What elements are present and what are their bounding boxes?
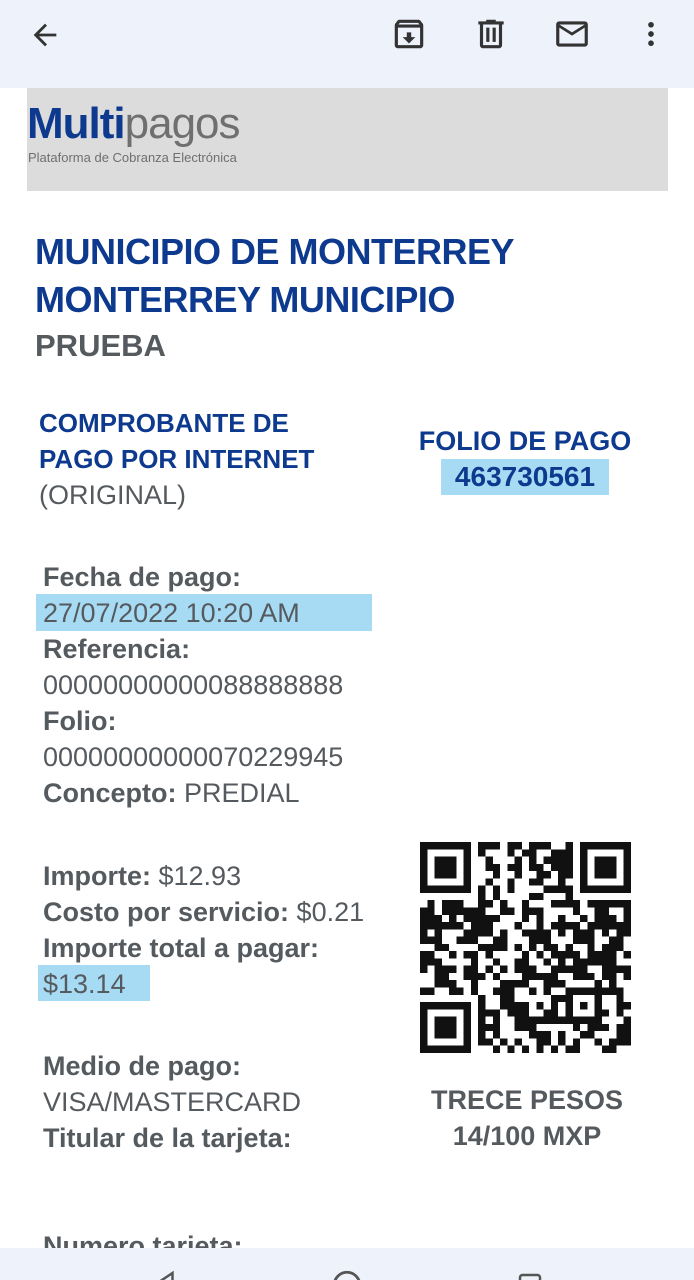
amount-words-line-1: TRECE PESOS bbox=[430, 1085, 624, 1115]
multipagos-logo: Multipagos bbox=[27, 99, 241, 148]
nav-back-icon[interactable] bbox=[150, 1268, 180, 1280]
amount-value: $12.93 bbox=[151, 861, 242, 891]
receipt-type-line-2: PAGO POR INTERNET bbox=[39, 444, 315, 474]
date-label: Fecha de pago: bbox=[43, 559, 241, 595]
payment-method-label-text: Medio de pago: bbox=[43, 1051, 241, 1081]
receipt-type: COMPROBANTE DE PAGO POR INTERNET bbox=[39, 405, 314, 477]
nav-recents-icon[interactable] bbox=[515, 1270, 545, 1280]
nav-home-icon[interactable] bbox=[330, 1268, 364, 1280]
service-cost-value: $0.21 bbox=[289, 897, 365, 927]
folio-label: Folio: bbox=[43, 703, 116, 739]
payment-method-label: Medio de pago: bbox=[43, 1048, 241, 1084]
archive-icon[interactable] bbox=[390, 15, 428, 53]
title-line-2: MONTERREY MUNICIPIO bbox=[35, 279, 455, 320]
reference-label-text: Referencia: bbox=[43, 634, 191, 664]
logo-text-pagos: pagos bbox=[124, 99, 241, 148]
amount-in-words: TRECE PESOS 14/100 MXP bbox=[400, 1082, 654, 1154]
date-label-text: Fecha de pago: bbox=[43, 562, 242, 592]
delete-icon[interactable] bbox=[472, 15, 510, 53]
payment-folio-label: FOLIO DE PAGO bbox=[418, 426, 632, 456]
more-vert-icon[interactable] bbox=[634, 15, 668, 53]
system-nav-bar bbox=[0, 1248, 694, 1280]
concept-label: Concepto: bbox=[43, 778, 177, 808]
amount-words-line-2: 14/100 MXP bbox=[452, 1121, 602, 1151]
folio-label-text: Folio: bbox=[43, 706, 117, 736]
cardholder-label: Titular de la tarjeta: bbox=[43, 1120, 292, 1156]
logo-text-multi: Multi bbox=[27, 99, 126, 148]
amount-row: Importe: $12.93 bbox=[43, 858, 241, 894]
logo-banner: Multipagos Plataforma de Cobranza Electr… bbox=[27, 88, 668, 191]
service-cost-label: Costo por servicio: bbox=[43, 897, 290, 927]
receipt-original-tag: (ORIGINAL) bbox=[39, 480, 187, 510]
reference-value: 00000000000088888888 bbox=[43, 670, 344, 700]
concept-value: PREDIAL bbox=[176, 778, 300, 808]
cardholder-label-text: Titular de la tarjeta: bbox=[43, 1123, 292, 1153]
top-app-bar bbox=[0, 0, 694, 88]
total-value: $13.14 bbox=[43, 969, 126, 999]
service-cost-row: Costo por servicio: $0.21 bbox=[43, 894, 364, 930]
payment-method-value: VISA/MASTERCARD bbox=[43, 1087, 302, 1117]
reference-label: Referencia: bbox=[43, 631, 190, 667]
total-label-text: Importe total a pagar: bbox=[43, 933, 320, 963]
receipt-type-line-1: COMPROBANTE DE bbox=[39, 408, 289, 438]
subtitle: PRUEBA bbox=[35, 328, 166, 363]
date-value: 27/07/2022 10:20 AM bbox=[43, 598, 300, 628]
folio-value: 00000000000070229945 bbox=[43, 742, 344, 772]
total-label: Importe total a pagar: bbox=[43, 930, 319, 966]
amount-label: Importe: bbox=[43, 861, 151, 891]
mail-icon[interactable] bbox=[552, 15, 592, 53]
concept-row: Concepto: PREDIAL bbox=[43, 775, 300, 811]
title-line-1: MUNICIPIO DE MONTERREY bbox=[35, 231, 515, 272]
logo-tagline: Plataforma de Cobranza Electrónica bbox=[28, 150, 237, 165]
back-arrow-icon[interactable] bbox=[28, 18, 62, 52]
payment-folio-value: 463730561 bbox=[441, 459, 609, 495]
qr-code-image bbox=[420, 842, 631, 1053]
